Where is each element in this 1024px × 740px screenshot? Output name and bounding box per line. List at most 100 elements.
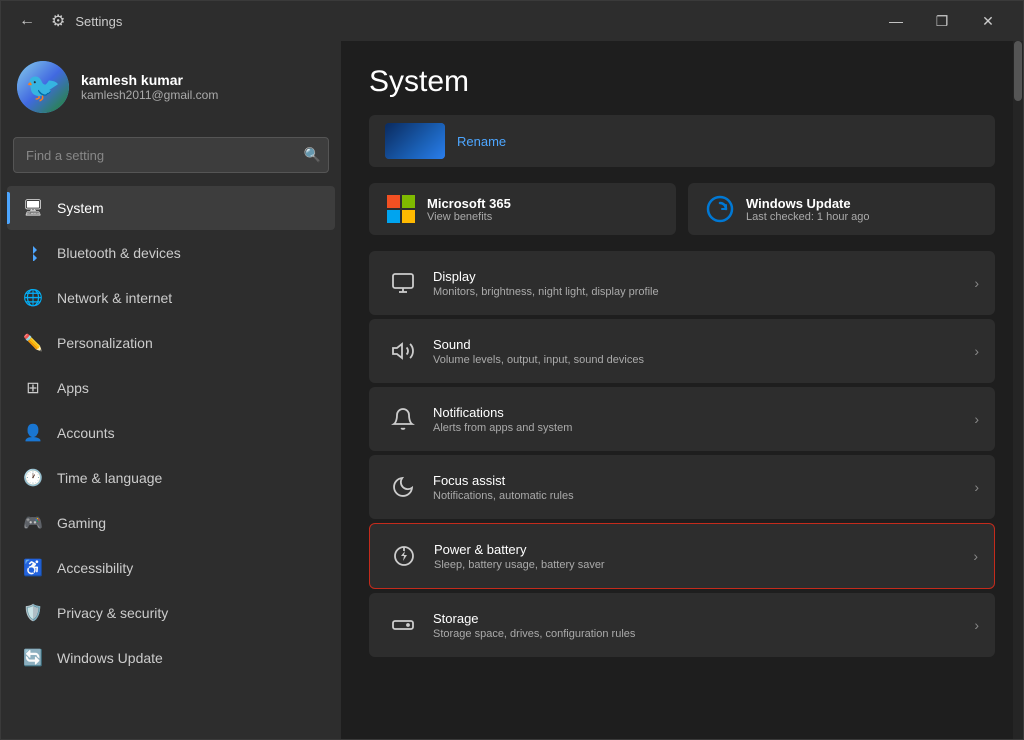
focus-icon [385,469,421,505]
search-input[interactable] [13,137,329,173]
rename-strip[interactable]: Rename [369,115,995,167]
sidebar-item-label: Network & internet [57,290,172,306]
sidebar-item-accessibility[interactable]: ♿ Accessibility [7,546,335,590]
microsoft-365-item[interactable]: Microsoft 365 View benefits [369,183,676,235]
storage-item[interactable]: Storage Storage space, drives, configura… [369,593,995,657]
sidebar-item-label: Windows Update [57,650,163,666]
sidebar-item-time[interactable]: 🕐 Time & language [7,456,335,500]
user-profile[interactable]: 🐦 kamlesh kumar kamlesh2011@gmail.com [1,41,341,133]
display-title: Display [433,269,962,284]
focus-title: Focus assist [433,473,962,488]
sidebar-item-label: Bluetooth & devices [57,245,181,261]
focus-subtitle: Notifications, automatic rules [433,490,962,502]
power-title: Power & battery [434,542,961,557]
sidebar-item-bluetooth[interactable]: Bluetooth & devices [7,231,335,275]
sidebar-item-personalization[interactable]: ✏️ Personalization [7,321,335,365]
notifications-icon [385,401,421,437]
display-subtitle: Monitors, brightness, night light, displ… [433,286,962,298]
ms365-subtitle: View benefits [427,211,511,223]
accounts-icon: 👤 [23,423,43,443]
ms365-title: Microsoft 365 [427,196,511,211]
main-content: System Rename [341,41,1023,739]
scrollbar-track[interactable] [1013,41,1023,739]
sidebar-item-apps[interactable]: ⊞ Apps [7,366,335,410]
privacy-icon: 🛡️ [23,603,43,623]
settings-icon: ⚙ [51,11,65,31]
page-header: System [341,41,1023,115]
rename-label[interactable]: Rename [457,134,506,149]
sidebar-item-label: System [57,200,104,216]
sidebar-item-privacy[interactable]: 🛡️ Privacy & security [7,591,335,635]
title-bar: ← ⚙ Settings — ❐ ✕ [1,1,1023,41]
power-item[interactable]: Power & battery Sleep, battery usage, ba… [369,523,995,589]
personalization-icon: ✏️ [23,333,43,353]
sidebar-nav: 🖥 System Bluetooth & devices 🌐 Network &… [1,185,341,681]
display-icon [385,265,421,301]
focus-item[interactable]: Focus assist Notifications, automatic ru… [369,455,995,519]
sidebar: 🐦 kamlesh kumar kamlesh2011@gmail.com 🔍 … [1,41,341,739]
storage-subtitle: Storage space, drives, configuration rul… [433,628,962,640]
power-subtitle: Sleep, battery usage, battery saver [434,559,961,571]
sound-item[interactable]: Sound Volume levels, output, input, soun… [369,319,995,383]
notifications-item[interactable]: Notifications Alerts from apps and syste… [369,387,995,451]
sidebar-item-system[interactable]: 🖥 System [7,186,335,230]
device-thumbnail [385,123,445,159]
sidebar-item-gaming[interactable]: 🎮 Gaming [7,501,335,545]
minimize-button[interactable]: — [873,5,919,37]
close-button[interactable]: ✕ [965,5,1011,37]
sound-subtitle: Volume levels, output, input, sound devi… [433,354,962,366]
settings-window: ← ⚙ Settings — ❐ ✕ 🐦 kamlesh kumar kamle… [0,0,1024,740]
search-icon-button[interactable]: 🔍 [304,147,321,164]
search-box: 🔍 [13,137,329,173]
focus-chevron: › [974,479,979,495]
ms365-icon [385,193,417,225]
display-chevron: › [974,275,979,291]
sidebar-item-label: Personalization [57,335,153,351]
sound-icon [385,333,421,369]
settings-list: Display Monitors, brightness, night ligh… [341,251,1023,677]
gaming-icon: 🎮 [23,513,43,533]
page-title: System [369,65,995,99]
storage-title: Storage [433,611,962,626]
sidebar-item-label: Privacy & security [57,605,168,621]
scrollbar-thumb[interactable] [1014,41,1022,101]
network-icon: 🌐 [23,288,43,308]
sound-chevron: › [974,343,979,359]
content-area: 🐦 kamlesh kumar kamlesh2011@gmail.com 🔍 … [1,41,1023,739]
avatar: 🐦 [17,61,69,113]
user-email: kamlesh2011@gmail.com [81,88,218,102]
window-controls: — ❐ ✕ [873,5,1011,37]
notifications-title: Notifications [433,405,962,420]
power-chevron: › [973,548,978,564]
storage-icon [385,607,421,643]
notifications-subtitle: Alerts from apps and system [433,422,962,434]
sidebar-item-accounts[interactable]: 👤 Accounts [7,411,335,455]
quick-access: Microsoft 365 View benefits Windows Upda… [341,179,1023,251]
user-name: kamlesh kumar [81,72,218,88]
back-button[interactable]: ← [13,7,41,35]
sidebar-item-label: Gaming [57,515,106,531]
windows-update-icon [704,193,736,225]
display-item[interactable]: Display Monitors, brightness, night ligh… [369,251,995,315]
accessibility-icon: ♿ [23,558,43,578]
apps-icon: ⊞ [23,378,43,398]
sidebar-item-label: Accessibility [57,560,133,576]
time-icon: 🕐 [23,468,43,488]
sidebar-item-label: Apps [57,380,89,396]
winupdate-title: Windows Update [746,196,870,211]
power-icon [386,538,422,574]
system-icon: 🖥 [23,198,43,218]
sidebar-item-label: Time & language [57,470,162,486]
sidebar-item-network[interactable]: 🌐 Network & internet [7,276,335,320]
sound-title: Sound [433,337,962,352]
sidebar-item-update[interactable]: 🔄 Windows Update [7,636,335,680]
storage-chevron: › [974,617,979,633]
maximize-button[interactable]: ❐ [919,5,965,37]
sidebar-item-label: Accounts [57,425,115,441]
winupdate-subtitle: Last checked: 1 hour ago [746,211,870,223]
notifications-chevron: › [974,411,979,427]
windows-update-item[interactable]: Windows Update Last checked: 1 hour ago [688,183,995,235]
update-icon: 🔄 [23,648,43,668]
bluetooth-icon [23,243,43,263]
window-title: Settings [75,14,122,29]
